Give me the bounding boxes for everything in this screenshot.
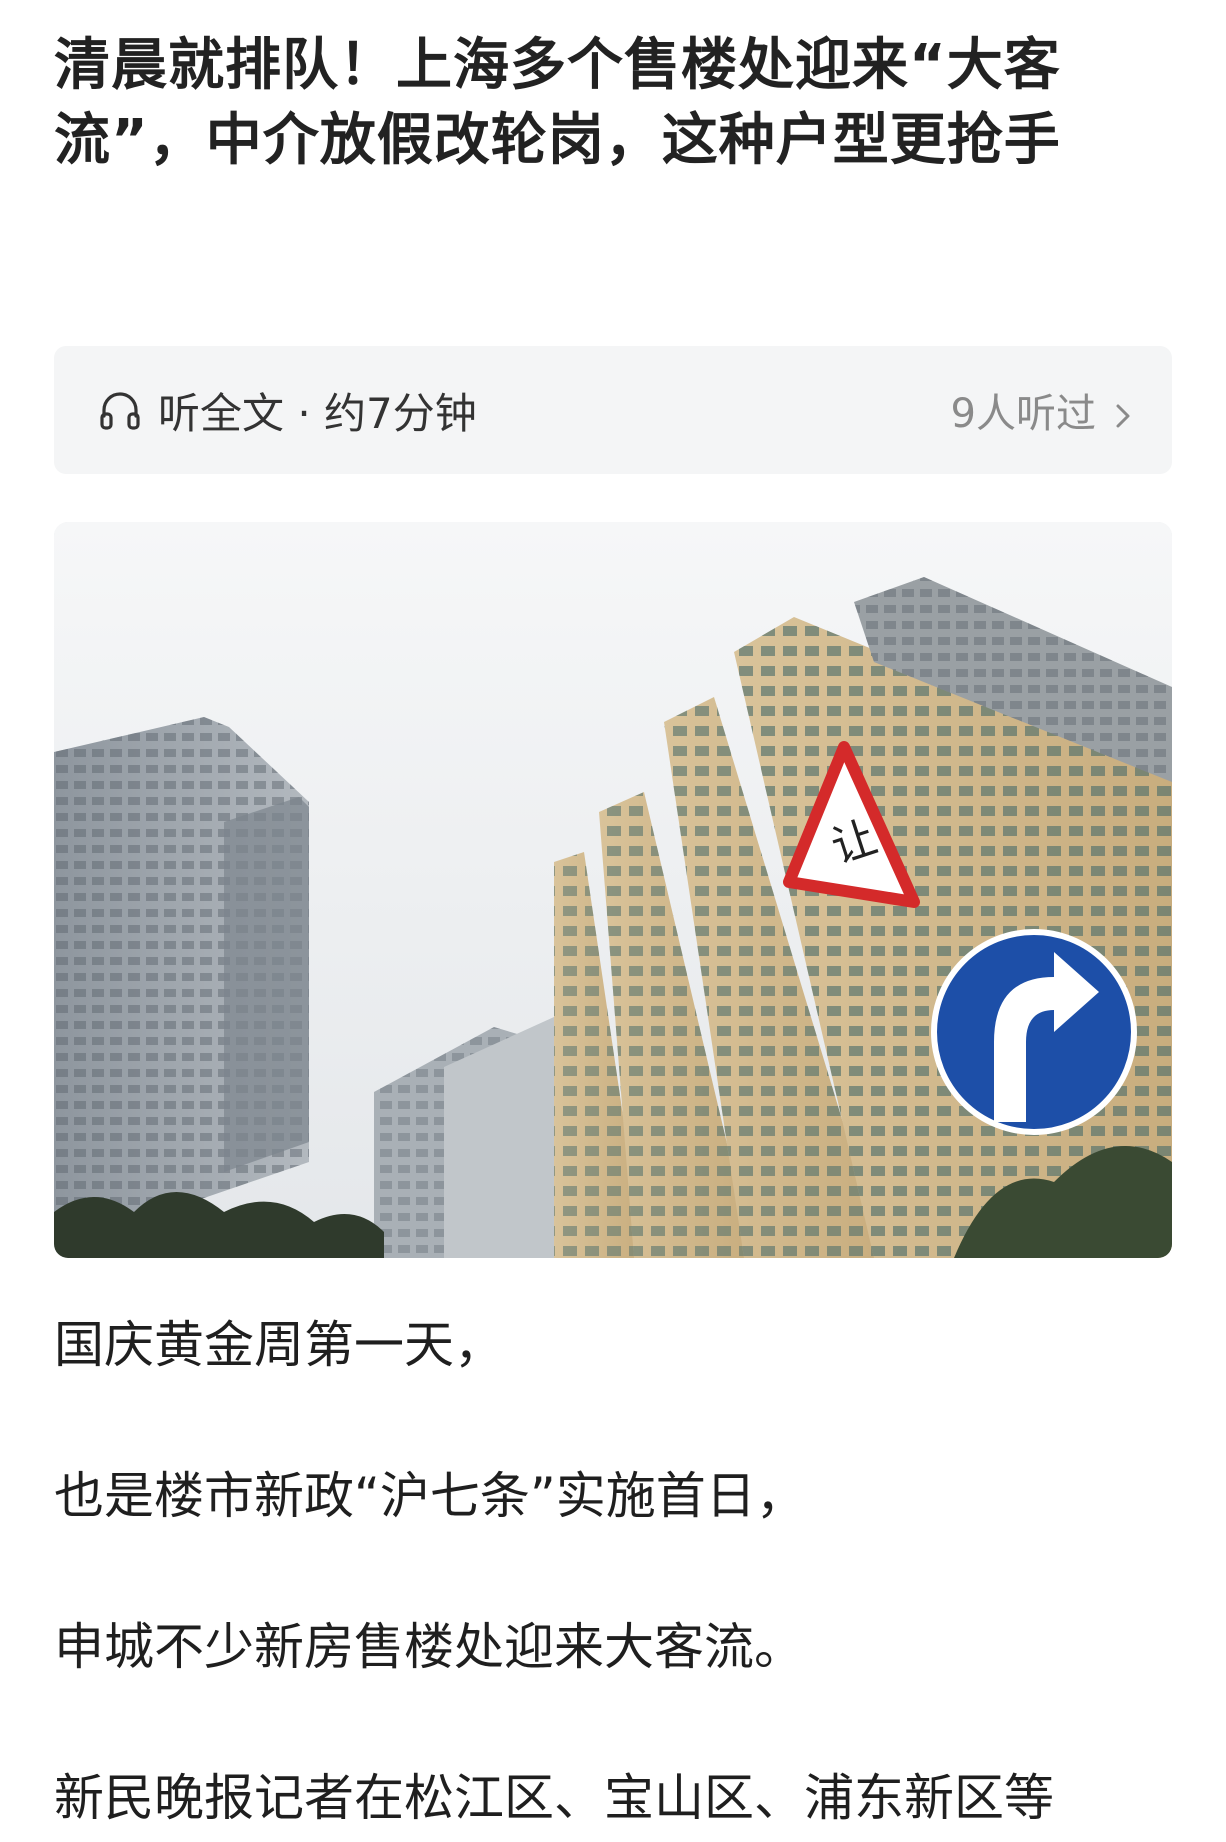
article: 清晨就排队！上海多个售楼处迎来“大客流”，中介放假改轮岗，这种户型更抢手 听全文…: [54, 0, 1172, 1827]
article-hero-image: 让: [54, 522, 1172, 1258]
listen-label: 听全文 · 约7分钟: [158, 388, 477, 438]
body-paragraph: 新民晚报记者在松江区、宝山区、浦东新区等: [54, 1769, 1054, 1827]
article-body: 国庆黄金周第一天， 也是楼市新政“沪七条”实施首日， 申城不少新房售楼处迎来大客…: [54, 1310, 1172, 1833]
article-headline: 清晨就排队！上海多个售楼处迎来“大客流”，中介放假改轮岗，这种户型更抢手: [54, 33, 1061, 173]
listen-full-text-bar[interactable]: 听全文 · 约7分钟 9人听过: [54, 346, 1172, 474]
body-paragraph: 申城不少新房售楼处迎来大客流。: [54, 1618, 804, 1676]
listeners-label: 9人听过: [950, 391, 1096, 437]
body-paragraph: 也是楼市新政“沪七条”实施首日，: [54, 1467, 806, 1525]
headphones-icon: [96, 386, 144, 434]
listeners-count-link[interactable]: 9人听过: [951, 346, 1136, 474]
listen-full-text[interactable]: 听全文 · 约7分钟: [96, 346, 477, 474]
body-paragraph: 国庆黄金周第一天，: [54, 1316, 504, 1374]
chevron-right-icon: [1110, 395, 1136, 428]
